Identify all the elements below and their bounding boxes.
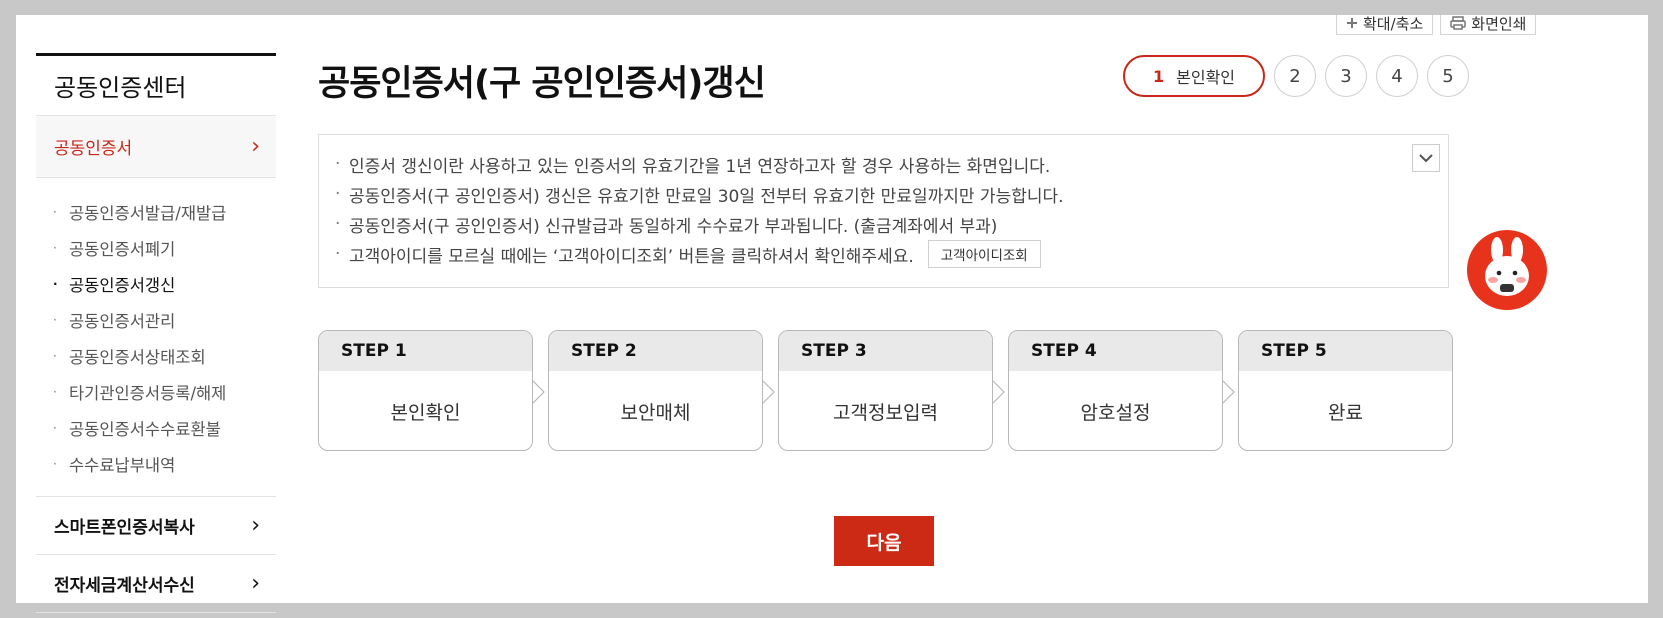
step-label: 고객정보입력 bbox=[833, 401, 938, 424]
submenu-label: 공동인증서발급/재발급 bbox=[69, 204, 227, 223]
bullet-icon: · bbox=[53, 385, 57, 399]
print-label: 화면인쇄 bbox=[1471, 14, 1527, 33]
step-label: 완료 bbox=[1328, 401, 1363, 424]
stepper-active-label: 본인확인 bbox=[1176, 68, 1236, 87]
step-number: STEP 3 bbox=[779, 331, 992, 371]
sidebar-item-smartphone-copy[interactable]: 스마트폰인증서복사 › bbox=[36, 497, 276, 555]
chevron-right-icon bbox=[532, 380, 545, 404]
notice-line: · 공동인증서(구 공인인증서) 갱신은 유효기한 만료일 30일 전부터 유효기… bbox=[335, 179, 1432, 209]
submenu-label: 타기관인증서등록/해제 bbox=[69, 384, 227, 403]
notice-text: 공동인증서(구 공인인증서) 신규발급과 동일하게 수수료가 부과됩니다. (출… bbox=[349, 216, 998, 237]
step-number: STEP 1 bbox=[319, 331, 532, 371]
bullet-icon: · bbox=[335, 214, 341, 234]
bullet-icon: · bbox=[335, 184, 341, 204]
submenu-item-fee-history[interactable]: · 수수료납부내역 bbox=[36, 446, 276, 482]
sidebar-item-tax-invoice[interactable]: 전자세금계산서수신 › bbox=[36, 555, 276, 613]
chevron-right-icon bbox=[762, 380, 775, 404]
plus-icon bbox=[1347, 18, 1357, 28]
chevron-down-icon bbox=[1419, 153, 1433, 162]
sidebar-item-label: 공동인증서 bbox=[54, 139, 133, 159]
submenu-item-fee-refund[interactable]: · 공동인증서수수료환불 bbox=[36, 410, 276, 446]
notice-line: · 공동인증서(구 공인인증서) 신규발급과 동일하게 수수료가 부과됩니다. (… bbox=[335, 209, 1432, 239]
printer-icon bbox=[1450, 16, 1467, 30]
submenu-label: 공동인증서수수료환불 bbox=[69, 420, 221, 439]
chevron-right-icon: › bbox=[251, 512, 260, 538]
notice-text: 공동인증서(구 공인인증서) 갱신은 유효기한 만료일 30일 전부터 유효기한… bbox=[349, 186, 1064, 207]
sidebar-title: 공동인증센터 bbox=[36, 56, 276, 116]
bullet-icon: · bbox=[53, 457, 57, 471]
step-label: 암호설정 bbox=[1080, 401, 1151, 424]
bullet-icon: · bbox=[53, 421, 57, 435]
bullet-icon: · bbox=[53, 241, 57, 255]
bullet-icon: · bbox=[335, 244, 341, 264]
stepper-step: 5 bbox=[1427, 55, 1469, 97]
submenu-item-renew[interactable]: · 공동인증서갱신 bbox=[36, 266, 276, 302]
bullet-icon: · bbox=[53, 349, 57, 363]
step-card: STEP 3 고객정보입력 bbox=[778, 330, 993, 451]
stepper-step: 3 bbox=[1325, 55, 1367, 97]
notice-text: 고객아이디를 모르실 때에는 ‘고객아이디조회’ 버튼을 클릭하셔서 확인해주세… bbox=[349, 246, 914, 267]
submenu-item-status[interactable]: · 공동인증서상태조회 bbox=[36, 338, 276, 374]
step-number: STEP 4 bbox=[1009, 331, 1222, 371]
step-number: STEP 5 bbox=[1239, 331, 1452, 371]
submenu-label: 공동인증서갱신 bbox=[69, 276, 176, 295]
zoom-button[interactable]: 확대/축소 bbox=[1336, 14, 1434, 35]
submenu-label: 공동인증서관리 bbox=[69, 312, 176, 331]
submenu-item-other-register[interactable]: · 타기관인증서등록/해제 bbox=[36, 374, 276, 410]
submenu-label: 수수료납부내역 bbox=[69, 456, 176, 475]
page: 확대/축소 화면인쇄 공동인증센터 공동인증서 › · 공동인증서발급/재발급 ·… bbox=[16, 14, 1648, 613]
notice-box: · 인증서 갱신이란 사용하고 있는 인증서의 유효기간을 1년 연장하고자 할 … bbox=[318, 134, 1449, 288]
bullet-icon: · bbox=[335, 154, 341, 174]
submenu-item-revoke[interactable]: · 공동인증서폐기 bbox=[36, 230, 276, 266]
chevron-right-icon bbox=[992, 380, 1005, 404]
utility-bar: 확대/축소 화면인쇄 bbox=[1336, 14, 1537, 35]
stepper-active-number: 1 bbox=[1152, 66, 1165, 86]
step-label: 보안매체 bbox=[620, 401, 691, 424]
chatbot-mascot-icon[interactable] bbox=[1467, 230, 1547, 310]
next-button[interactable]: 다음 bbox=[834, 516, 934, 566]
notice-line: · 고객아이디를 모르실 때에는 ‘고객아이디조회’ 버튼을 클릭하셔서 확인해주… bbox=[335, 239, 1432, 269]
step-flow: STEP 1 본인확인 STEP 2 보안매체 STEP 3 고객정보입력 ST… bbox=[318, 330, 1453, 451]
collapse-toggle[interactable] bbox=[1412, 144, 1440, 172]
stepper-step-active: 1 본인확인 bbox=[1123, 55, 1265, 97]
bullet-icon: · bbox=[53, 277, 58, 291]
sidebar: 공동인증센터 공동인증서 › · 공동인증서발급/재발급 · 공동인증서폐기 · 공동… bbox=[36, 53, 276, 613]
sidebar-item-label: 전자세금계산서수신 bbox=[54, 576, 195, 596]
step-card: STEP 2 보안매체 bbox=[548, 330, 763, 451]
step-card: STEP 1 본인확인 bbox=[318, 330, 533, 451]
zoom-label: 확대/축소 bbox=[1363, 14, 1424, 33]
chevron-right-icon bbox=[1222, 380, 1235, 404]
sidebar-submenu: · 공동인증서발급/재발급 · 공동인증서폐기 · 공동인증서갱신 · 공동인증서관리 … bbox=[36, 178, 276, 497]
notice-line: · 인증서 갱신이란 사용하고 있는 인증서의 유효기간을 1년 연장하고자 할 … bbox=[335, 149, 1432, 179]
chevron-right-icon: › bbox=[251, 133, 260, 159]
stepper-step: 4 bbox=[1376, 55, 1418, 97]
bullet-icon: · bbox=[53, 313, 57, 327]
id-lookup-button[interactable]: 고객아이디조회 bbox=[927, 240, 1041, 268]
sidebar-item-certificate[interactable]: 공동인증서 › bbox=[36, 116, 276, 178]
bullet-icon: · bbox=[53, 205, 57, 219]
step-label: 본인확인 bbox=[390, 401, 461, 424]
submenu-label: 공동인증서상태조회 bbox=[69, 348, 206, 367]
notice-text: 인증서 갱신이란 사용하고 있는 인증서의 유효기간을 1년 연장하고자 할 경… bbox=[349, 156, 1051, 177]
progress-stepper: 1 본인확인 2 3 4 5 bbox=[1123, 55, 1469, 97]
submenu-item-issue[interactable]: · 공동인증서발급/재발급 bbox=[36, 194, 276, 230]
page-title: 공동인증서(구 공인인증서)갱신 bbox=[318, 64, 766, 104]
submenu-item-manage[interactable]: · 공동인증서관리 bbox=[36, 302, 276, 338]
sidebar-item-label: 스마트폰인증서복사 bbox=[54, 518, 195, 538]
chevron-right-icon: › bbox=[251, 570, 260, 596]
print-button[interactable]: 화면인쇄 bbox=[1440, 14, 1537, 35]
stepper-step: 2 bbox=[1274, 55, 1316, 97]
step-card: STEP 5 완료 bbox=[1238, 330, 1453, 451]
step-card: STEP 4 암호설정 bbox=[1008, 330, 1223, 451]
submenu-label: 공동인증서폐기 bbox=[69, 240, 176, 259]
step-number: STEP 2 bbox=[549, 331, 762, 371]
